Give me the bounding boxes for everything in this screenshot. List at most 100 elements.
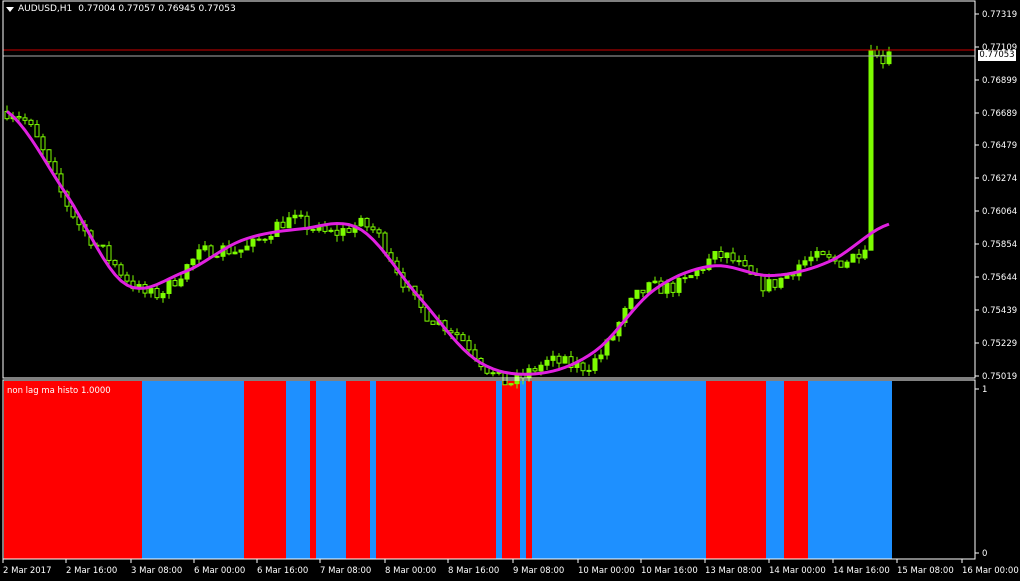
candle-body: [160, 292, 166, 299]
candle-body: [850, 253, 856, 263]
histo-segment-up: [520, 381, 526, 559]
time-tick-label: 10 Mar 00:00: [578, 566, 635, 576]
candle-body: [808, 256, 814, 262]
candle-body: [148, 287, 154, 294]
candle-body: [802, 260, 808, 266]
candle-body: [214, 255, 220, 258]
dropdown-arrow-icon[interactable]: [6, 6, 14, 12]
histo-segment-down: [4, 381, 142, 559]
candle-body: [244, 245, 250, 251]
candle-body: [40, 136, 46, 151]
candle-body: [118, 264, 124, 276]
candle-body: [592, 358, 598, 371]
candle-body: [370, 226, 376, 231]
candle-body: [172, 280, 178, 287]
candle-body: [874, 49, 880, 56]
candle-body: [736, 260, 742, 263]
candle-body: [814, 251, 820, 258]
histo-segment-down: [346, 381, 370, 559]
candle-body: [112, 259, 118, 266]
time-tick-label: 6 Mar 16:00: [257, 566, 308, 576]
histo-segment-up: [766, 381, 784, 559]
chart-title[interactable]: AUDUSD,H1 0.77004 0.77057 0.76945 0.7705…: [6, 4, 236, 14]
time-tick-label: 16 Mar 00:00: [962, 566, 1019, 576]
candle-body: [310, 228, 316, 231]
indicator-title: non lag ma histo 1.0000: [7, 386, 111, 396]
candle-body: [634, 289, 640, 299]
ohlc-label: 0.77004 0.77057 0.76945 0.77053: [78, 4, 236, 14]
price-tick-label: 0.76689: [982, 109, 1017, 119]
time-tick-label: 9 Mar 08:00: [513, 566, 564, 576]
candle-body: [376, 229, 382, 234]
candle-body: [256, 238, 262, 241]
candle-body: [190, 258, 196, 266]
candle-body: [766, 279, 772, 292]
candle-body: [664, 282, 670, 294]
time-tick-label: 14 Mar 00:00: [769, 566, 826, 576]
candle-body: [550, 355, 556, 361]
candle-body: [586, 369, 592, 372]
candle-body: [346, 228, 352, 233]
time-tick-label: 2 Mar 16:00: [66, 566, 117, 576]
price-tick-label: 0.75019: [982, 372, 1017, 382]
candle-body: [724, 252, 730, 259]
histo-segment-up: [142, 381, 244, 559]
candle-body: [292, 214, 298, 219]
candle-body: [22, 117, 28, 121]
price-tick-label: 0.75644: [982, 273, 1017, 283]
candle-body: [46, 149, 52, 163]
candle-body: [274, 221, 280, 237]
price-tick-label: 0.75854: [982, 240, 1017, 250]
price-tick-label: 0.75229: [982, 339, 1017, 349]
candle-body: [334, 229, 340, 236]
candle-body: [886, 51, 892, 65]
candle-body: [538, 364, 544, 372]
candle-body: [676, 277, 682, 293]
candle-body: [280, 221, 286, 229]
candle-body: [28, 119, 34, 126]
candle-body: [430, 320, 436, 325]
candle-body: [760, 274, 766, 292]
candle-body: [790, 274, 796, 277]
time-tick-label: 7 Mar 08:00: [320, 566, 371, 576]
candle-body: [844, 261, 850, 268]
candle-body: [712, 251, 718, 260]
candle-body: [124, 274, 130, 282]
candle-body: [232, 251, 238, 255]
candle-body: [682, 277, 688, 280]
histo-segment-down: [502, 381, 520, 559]
candle-body: [238, 249, 244, 253]
chart-canvas[interactable]: 0.773190.771090.768990.766890.764790.762…: [0, 0, 1020, 581]
candle-body: [562, 356, 568, 364]
candle-body: [454, 332, 460, 336]
candle-body: [508, 383, 514, 386]
candle-body: [652, 280, 658, 284]
time-tick-label: 13 Mar 08:00: [705, 566, 762, 576]
price-tick-label: 0.76479: [982, 141, 1017, 151]
candle-body: [286, 217, 292, 229]
time-tick-label: 8 Mar 00:00: [385, 566, 436, 576]
candle-body: [826, 254, 832, 258]
time-tick-label: 14 Mar 16:00: [833, 566, 890, 576]
price-tick-label: 0.77319: [982, 10, 1017, 20]
time-tick-label: 15 Mar 08:00: [897, 566, 954, 576]
candle-body: [772, 279, 778, 288]
price-tick-label: 0.75439: [982, 306, 1017, 316]
histo-segment-up: [316, 381, 346, 559]
candle-body: [688, 275, 694, 279]
candle-body: [490, 372, 496, 375]
candle-body: [268, 235, 274, 240]
candle-body: [202, 245, 208, 251]
candle-body: [778, 277, 784, 288]
time-tick-label: 3 Mar 08:00: [131, 566, 182, 576]
candle-body: [16, 116, 22, 119]
histo-segment-up: [808, 381, 892, 559]
time-tick-label: 10 Mar 16:00: [641, 566, 698, 576]
candle-body: [670, 282, 676, 293]
candle-body: [862, 249, 868, 259]
histo-segment-up: [496, 381, 502, 559]
candle-body: [868, 49, 874, 251]
candle-body: [178, 278, 184, 287]
candle-body: [544, 359, 550, 366]
histo-segment-up: [532, 381, 706, 559]
